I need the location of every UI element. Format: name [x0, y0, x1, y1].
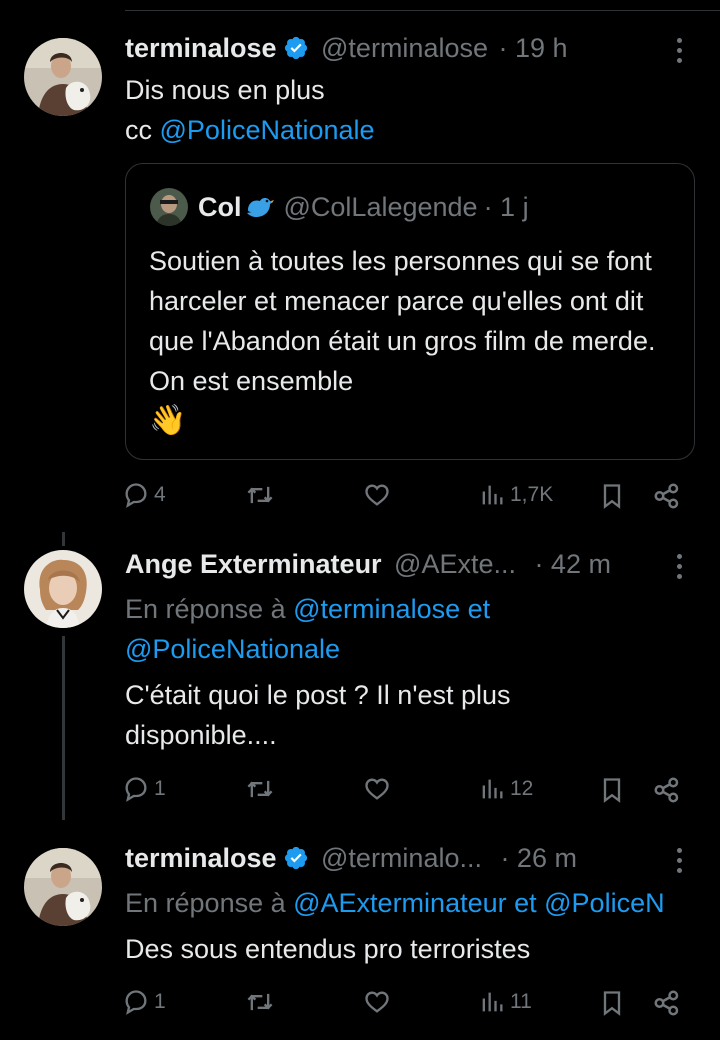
views-button[interactable]: 11	[478, 988, 532, 1016]
views-button[interactable]: 1,7K	[478, 481, 553, 509]
quoted-text: Soutien à toutes les personnes qui se fo…	[149, 241, 677, 441]
tweet-text: Des sous entendus pro terroristes	[125, 934, 531, 964]
waving-hand-emoji: 👋	[149, 404, 187, 437]
like-icon	[365, 778, 389, 800]
views-count: 11	[510, 990, 532, 1013]
verified-badge-icon	[284, 846, 307, 870]
reply-mention[interactable]: @terminalose	[293, 594, 460, 624]
reply-icon	[125, 777, 147, 802]
share-button[interactable]	[652, 481, 682, 511]
author-handle[interactable]: @terminalose	[321, 33, 488, 63]
reply-mention[interactable]: @PoliceNationale	[125, 629, 685, 669]
views-count: 12	[510, 777, 534, 800]
reply-count: 4	[154, 483, 166, 506]
views-button[interactable]: 12	[478, 775, 533, 803]
like-button[interactable]	[363, 481, 391, 509]
author-name[interactable]: terminalose	[125, 33, 277, 63]
views-icon	[482, 779, 503, 799]
share-button[interactable]	[652, 988, 682, 1018]
reply-context: En réponse à @terminalose et @PoliceNati…	[125, 589, 685, 669]
thread-line	[62, 532, 65, 546]
bookmark-icon	[603, 484, 621, 509]
share-icon	[654, 990, 679, 1016]
quoted-author-name: Col	[198, 191, 242, 222]
reply-icon	[125, 990, 147, 1015]
tweet-text: C'était quoi le post ? Il n'est plus dis…	[125, 680, 511, 750]
reply-icon	[125, 483, 147, 508]
tweet-time[interactable]: · 42 m	[534, 549, 611, 579]
retweet-button[interactable]	[245, 481, 275, 509]
tweet-text: Dis nous en plus cc @PoliceNationale	[125, 70, 685, 150]
author-name[interactable]: terminalose	[125, 843, 277, 873]
more-icon[interactable]	[677, 848, 683, 878]
views-icon	[482, 485, 503, 505]
tweet-time[interactable]: · 19 h	[498, 33, 567, 63]
reply-mention[interactable]: @AExterminateur	[293, 888, 506, 918]
bird-emoji-icon	[246, 198, 274, 217]
reply-context: En réponse à @AExterminateur et @PoliceN	[125, 883, 720, 923]
views-icon	[482, 992, 503, 1012]
like-button[interactable]	[363, 775, 391, 803]
tweet-text-line: Dis nous en plus	[125, 75, 325, 105]
avatar-terminalose[interactable]	[24, 848, 102, 926]
bookmark-icon	[603, 991, 621, 1016]
retweet-button[interactable]	[245, 988, 275, 1016]
more-icon[interactable]	[677, 38, 683, 68]
cc-label: cc	[125, 115, 160, 145]
reply-button[interactable]: 1	[122, 988, 166, 1016]
retweet-icon	[247, 780, 273, 798]
like-button[interactable]	[363, 988, 391, 1016]
quoted-author-handle: @ColLalegende	[283, 191, 478, 222]
avatar-terminalose[interactable]	[24, 38, 102, 116]
more-icon[interactable]	[677, 554, 683, 584]
author-handle[interactable]: @terminalo...	[321, 843, 482, 873]
reply-button[interactable]: 1	[122, 775, 166, 803]
quoted-tweet[interactable]: Col @ColLalegende · 1 j Soutien à toutes…	[125, 163, 695, 460]
retweet-icon	[247, 993, 273, 1011]
reply-prefix: En réponse à	[125, 888, 294, 918]
quoted-time: · 1 j	[483, 191, 529, 222]
author-handle[interactable]: @AExte...	[394, 549, 516, 579]
author-name[interactable]: Ange Exterminateur	[125, 549, 382, 579]
reply-mention[interactable]: @PoliceN	[544, 888, 664, 918]
retweet-button[interactable]	[245, 775, 275, 803]
tweet-time[interactable]: · 26 m	[500, 843, 577, 873]
retweet-icon	[247, 486, 273, 504]
share-icon	[654, 777, 679, 803]
reply-joiner: et	[460, 594, 491, 624]
reply-joiner: et	[506, 888, 545, 918]
share-icon	[654, 483, 679, 509]
quoted-text-content: Soutien à toutes les personnes qui se fo…	[149, 246, 656, 396]
reply-button[interactable]: 4	[122, 481, 166, 509]
thread-line	[62, 636, 65, 820]
views-count: 1,7K	[510, 483, 554, 506]
like-icon	[365, 991, 389, 1013]
tweet-text-line: cc @PoliceNationale	[125, 110, 685, 150]
quoted-avatar	[150, 188, 188, 226]
bookmark-icon	[603, 778, 621, 803]
share-button[interactable]	[652, 775, 682, 805]
like-icon	[365, 484, 389, 506]
verified-badge-icon	[284, 36, 307, 60]
reply-count: 1	[154, 990, 166, 1013]
divider	[125, 10, 720, 11]
bookmark-button[interactable]	[598, 988, 626, 1018]
bookmark-button[interactable]	[598, 775, 626, 805]
reply-count: 1	[154, 777, 166, 800]
avatar-ange-exterminateur[interactable]	[24, 550, 102, 628]
reply-prefix: En réponse à	[125, 594, 294, 624]
bookmark-button[interactable]	[598, 481, 626, 511]
mention-link[interactable]: @PoliceNationale	[160, 115, 375, 145]
